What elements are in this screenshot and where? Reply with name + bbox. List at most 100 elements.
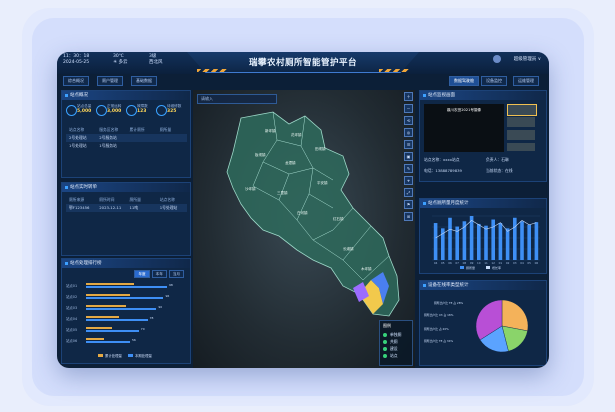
- tab-year[interactable]: 年度: [134, 270, 150, 278]
- table-row[interactable]: 2号处理站 2号服务站: [66, 134, 187, 142]
- ranking-value: 56: [132, 338, 136, 342]
- ranking-bar-current: [86, 296, 164, 299]
- camera-thumbnail[interactable]: [507, 104, 537, 116]
- video-player[interactable]: 鼎川农田2021号摄像: [424, 104, 504, 152]
- table-row[interactable]: 鄂F123456 2023-12-11 11吨 1号处理站: [66, 204, 187, 212]
- column-header: 站点名称: [69, 127, 85, 132]
- camera-thumbnail[interactable]: [507, 117, 535, 127]
- target-icon[interactable]: ⌖: [404, 176, 413, 185]
- zoom-in-icon[interactable]: ＋: [404, 92, 413, 101]
- user-name: 超级管理员: [513, 57, 537, 62]
- panel-title: 站点厕所量月度统计: [420, 199, 546, 208]
- camera-thumbnail[interactable]: [507, 143, 535, 151]
- bar[interactable]: [498, 223, 503, 260]
- stat-value: 3,000: [107, 109, 122, 114]
- region-label: 长滩镇: [343, 246, 354, 251]
- legend-label: 单独厕: [390, 331, 402, 337]
- ranking-row: 站点04 78: [66, 316, 184, 321]
- nav-ops[interactable]: 运维管理: [513, 76, 539, 86]
- map-legend: 图例 单独厕 共厕 建设 站点: [379, 320, 413, 366]
- panel-title: 站点实时转单: [62, 183, 190, 192]
- ranking-row: 站点03 90: [66, 305, 184, 310]
- tab-this-year[interactable]: 本年: [151, 270, 167, 278]
- tick-label: 11: [484, 261, 488, 265]
- tick-label: 10: [477, 261, 481, 265]
- bar[interactable]: [513, 217, 517, 260]
- region-label: 平安镇: [317, 180, 328, 185]
- field-value: 石琳: [501, 157, 509, 162]
- table-header: 站点名称 服务区名称 累计厕所 厕所量: [66, 126, 187, 134]
- ranking-value: 98: [168, 283, 173, 287]
- select-icon[interactable]: ▣: [404, 152, 413, 161]
- legend-item[interactable]: 共厕: [380, 338, 412, 345]
- region-label: 白河镇: [297, 210, 308, 215]
- bar[interactable]: [448, 217, 452, 260]
- ranking-name: 站点01: [66, 284, 78, 288]
- legend-label: 累计处理量: [105, 354, 122, 358]
- bar[interactable]: [527, 224, 531, 260]
- ranking-panel: 站点处理排行榜 年度 本年 当月 站点01 98 站点02 96 站点03 90 站点04 7…: [61, 258, 191, 364]
- monthly-panel: 站点厕所量月度统计 04 05 06 07 08 09 10 11 12 01 02 03 04 05 06…: [419, 198, 547, 274]
- ranking-bar-current: [86, 285, 167, 288]
- bar[interactable]: [491, 219, 495, 260]
- legend-label: 增长率: [492, 265, 501, 270]
- table-cell: 11吨: [129, 205, 139, 210]
- tab-month[interactable]: 当月: [168, 270, 184, 278]
- realtime-panel: 站点实时转单 厕所来源 厕所时间 厕所量 站点名称 鄂F123456 2023-…: [61, 182, 191, 256]
- field-value: 在线: [504, 168, 513, 173]
- pie-label: 厕所比户比 TE 占 28%: [434, 301, 463, 305]
- legend-item: 本期处理量: [127, 353, 152, 358]
- locate-icon[interactable]: ◎: [404, 128, 413, 137]
- ranking-bar-current: [86, 318, 148, 321]
- bar[interactable]: [505, 228, 510, 260]
- camera-thumbnail[interactable]: [507, 130, 535, 140]
- bar[interactable]: [433, 223, 438, 260]
- legend-item[interactable]: 站点: [380, 352, 412, 359]
- region-label: 板坝镇: [255, 152, 266, 157]
- column-header: 厕所时间: [99, 197, 115, 202]
- tick-label: 12: [491, 261, 495, 265]
- nav-overview[interactable]: 综合概况: [63, 76, 89, 86]
- nav-basedata[interactable]: 基础数据: [131, 76, 157, 86]
- column-header: 累计厕所: [129, 127, 145, 132]
- column-header: 服务区名称: [99, 127, 119, 132]
- pie-chart: 厕所比户比 TE 占 28% 厕所比户比 X3 占 18% 厕所比户比 占 20% 厕…: [424, 299, 529, 353]
- bar[interactable]: [484, 225, 488, 260]
- avatar[interactable]: [493, 55, 501, 63]
- user-menu[interactable]: 超级管理员 ∨: [514, 56, 541, 62]
- ranking-name: 站点06: [66, 339, 78, 343]
- nav-cockpit[interactable]: 数据驾驶舱: [449, 76, 479, 86]
- legend-label: 共厕: [390, 338, 398, 344]
- table-row[interactable]: 1号处理站 1号服务站: [66, 142, 187, 150]
- layers-icon[interactable]: ☰: [404, 140, 413, 149]
- status: 当前状态：在线: [486, 168, 513, 174]
- grid-icon[interactable]: ⊞: [404, 212, 413, 221]
- draw-icon[interactable]: ✎: [404, 164, 413, 173]
- reset-icon[interactable]: ⟲: [404, 116, 413, 125]
- legend-item[interactable]: 单独厕: [380, 331, 412, 338]
- bar[interactable]: [469, 216, 474, 260]
- region-label: 龙潭镇: [285, 160, 296, 165]
- ranking-bar-current: [86, 307, 157, 310]
- stat-value: 123: [137, 109, 147, 114]
- fullscreen-icon[interactable]: ⤢: [404, 188, 413, 197]
- pie-slice[interactable]: [501, 299, 529, 332]
- legend-label: 厕所量: [466, 265, 475, 270]
- legend-item[interactable]: 建设: [380, 345, 412, 352]
- bar[interactable]: [477, 223, 481, 260]
- nav-device[interactable]: 设备监控: [481, 76, 507, 86]
- nav-household[interactable]: 厕户管理: [97, 76, 123, 86]
- ranking-tabs: 年度 本年 当月: [134, 270, 184, 278]
- flag-icon[interactable]: ⚑: [404, 200, 413, 209]
- chevron-down-icon: ∨: [537, 57, 541, 62]
- bar[interactable]: [534, 222, 539, 260]
- pie-label: 厕所比户比 占 20%: [424, 327, 449, 331]
- owner: 负责人：石琳: [486, 157, 509, 163]
- phone: 电话：13888789839: [424, 168, 462, 174]
- zoom-out-icon[interactable]: －: [404, 104, 413, 113]
- ranking-name: 站点03: [66, 306, 78, 310]
- bar[interactable]: [520, 221, 524, 260]
- pin-icon: [66, 105, 77, 116]
- pie-label: 厕所比户比 X3 占 18%: [424, 313, 454, 317]
- map-search-input[interactable]: 请输入: [197, 94, 277, 104]
